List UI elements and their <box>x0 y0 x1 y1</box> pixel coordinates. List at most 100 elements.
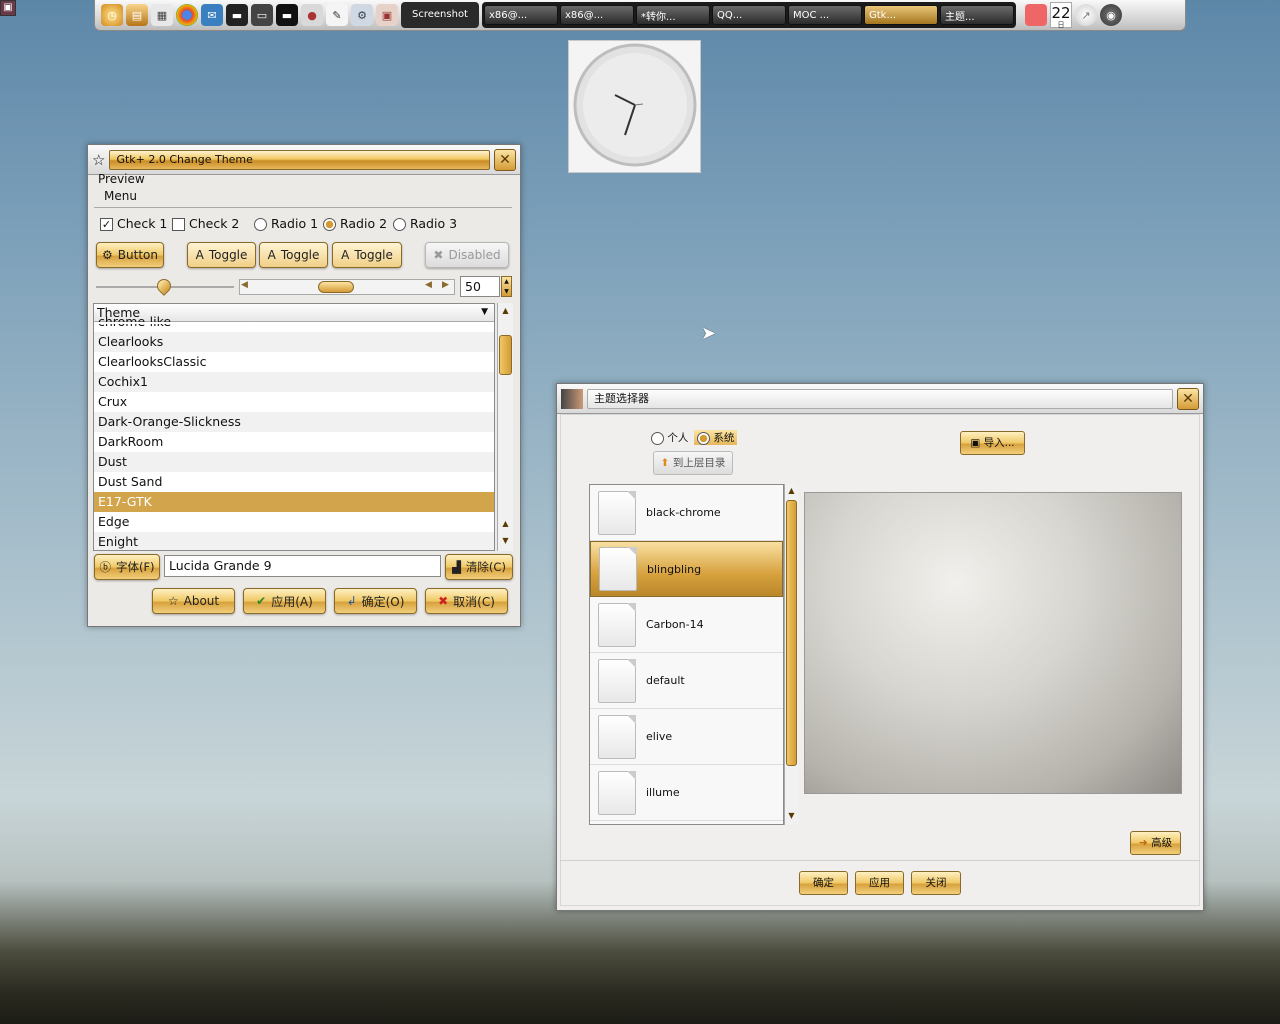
radio-personal[interactable]: 个人 <box>651 430 688 445</box>
theme-item[interactable]: elive <box>590 709 783 765</box>
date-widget[interactable]: 22 日 <box>1050 2 1072 29</box>
close-button[interactable]: ✕ <box>1177 387 1199 410</box>
scroll-thumb[interactable] <box>499 335 512 375</box>
arrow-left-icon[interactable]: ◀ <box>425 280 432 290</box>
display-icon[interactable]: ▬ <box>276 4 298 26</box>
window-title: Gtk+ 2.0 Change Theme <box>109 149 490 170</box>
settings-icon[interactable]: ⚙ <box>351 4 373 26</box>
scroll-thumb[interactable] <box>786 500 797 766</box>
app-icon[interactable]: ✉ <box>201 4 223 26</box>
check-2[interactable]: Check 2 <box>172 216 239 231</box>
button[interactable]: ⚙ Button <box>96 242 164 268</box>
vertical-scrollbar[interactable]: ▲ ▼ <box>784 484 798 825</box>
radio-system[interactable]: 系统 <box>694 430 738 445</box>
list-item[interactable]: Dark-Orange-Slickness <box>94 412 494 432</box>
font-icon: A <box>267 248 276 262</box>
volume-icon[interactable]: ◉ <box>1100 4 1122 26</box>
toggle-2-label: Toggle <box>280 248 320 262</box>
arrow-up-icon[interactable]: ▲ <box>498 305 513 317</box>
check-icon: ✓ <box>100 218 113 231</box>
radio-1[interactable]: Radio 1 <box>254 216 318 231</box>
title-bar[interactable]: 主题选择器 ✕ <box>557 384 1203 414</box>
close-button[interactable]: ✕ <box>494 148 516 171</box>
task-item[interactable]: QQ... <box>712 5 786 25</box>
notes-icon[interactable]: ▤ <box>126 4 148 26</box>
spin-input[interactable]: 50 <box>460 276 500 297</box>
ok-button[interactable]: 确定 <box>799 871 848 895</box>
toggle-3[interactable]: A Toggle <box>332 242 402 268</box>
cancel-label: 取消(C) <box>453 594 495 609</box>
list-item[interactable]: Dust <box>94 452 494 472</box>
arrow-down-icon[interactable]: ▼ <box>498 535 513 547</box>
font-icon: A <box>341 248 350 262</box>
task-item[interactable]: Gtk... <box>864 5 938 25</box>
radio-icon <box>323 218 336 231</box>
spin-buttons[interactable]: ▲ ▼ <box>501 276 512 297</box>
apply-button[interactable]: 应用 <box>855 871 904 895</box>
task-item[interactable]: x86@... <box>560 5 634 25</box>
check-1[interactable]: ✓ Check 1 <box>100 216 167 231</box>
title-bar[interactable]: ☆ Gtk+ 2.0 Change Theme ✕ <box>88 145 520 175</box>
arrow-down-icon[interactable]: ▼ <box>785 810 798 822</box>
list-item[interactable]: Crux <box>94 392 494 412</box>
theme-item[interactable]: illume <box>590 765 783 821</box>
app-icon[interactable]: ▣ <box>0 0 16 16</box>
terminal-icon[interactable]: ▬ <box>226 4 248 26</box>
screenshot-icon[interactable]: ▣ <box>376 4 398 26</box>
clock-icon[interactable]: ↗ <box>1075 4 1097 26</box>
menu-menu[interactable]: Menu <box>104 189 137 203</box>
app-icon: ▣ <box>970 437 981 449</box>
arrow-up-icon[interactable]: ▲ <box>498 518 513 530</box>
ok-button[interactable]: ↲ 确定(O) <box>334 588 417 614</box>
theme-item[interactable]: default <box>590 653 783 709</box>
menu-preview[interactable]: Preview <box>98 172 145 186</box>
theme-item-selected[interactable]: blingbling <box>590 541 783 597</box>
theme-list[interactable]: Theme▼ chrome-like Clearlooks Clearlooks… <box>93 303 495 551</box>
list-item[interactable]: Enight <box>94 532 494 550</box>
apply-button[interactable]: ✔ 应用(A) <box>243 588 326 614</box>
task-item[interactable]: x86@... <box>484 5 558 25</box>
about-button[interactable]: ☆ About <box>152 588 235 614</box>
cancel-button[interactable]: ✖ 取消(C) <box>425 588 508 614</box>
editor-icon[interactable]: ✎ <box>326 4 348 26</box>
theme-item[interactable]: Carbon-14 <box>590 597 783 653</box>
toggle-1[interactable]: A Toggle <box>187 242 256 268</box>
advanced-button[interactable]: ➜ 高级 <box>1130 831 1181 855</box>
arrow-up-icon[interactable]: ▲ <box>785 485 798 497</box>
font-button-label: 字体(F) <box>115 560 155 574</box>
font-field[interactable]: Lucida Grande 9 <box>164 555 441 577</box>
list-item-selected[interactable]: E17-GTK <box>94 492 494 512</box>
scroll-thumb[interactable] <box>318 281 354 293</box>
webcam-icon[interactable]: ● <box>301 4 323 26</box>
clear-button[interactable]: ▟ 清除(C) <box>445 554 513 580</box>
toggle-2[interactable]: A Toggle <box>259 242 328 268</box>
list-item[interactable]: Cochix1 <box>94 372 494 392</box>
arrow-left-icon[interactable]: ◀ <box>241 280 248 290</box>
stop-icon[interactable] <box>1025 4 1047 26</box>
arrow-right-icon[interactable]: ▶ <box>442 280 449 290</box>
chrome-icon[interactable] <box>176 4 198 26</box>
radio-3[interactable]: Radio 3 <box>393 216 457 231</box>
list-item[interactable]: Edge <box>94 512 494 532</box>
theme-grid[interactable]: black-chrome blingbling Carbon-14 defaul… <box>589 484 784 825</box>
clock-icon[interactable]: ◷ <box>101 4 123 26</box>
list-item[interactable]: DarkRoom <box>94 432 494 452</box>
monitor-icon[interactable]: ▭ <box>251 4 273 26</box>
close-button[interactable]: 关闭 <box>911 871 961 895</box>
cursor-icon: ➤ <box>701 323 717 344</box>
up-dir-button[interactable]: ⬆ 到上层目录 <box>653 451 733 475</box>
vertical-scrollbar[interactable]: ▲ ▲ ▼ <box>497 303 513 551</box>
list-item[interactable]: Clearlooks <box>94 332 494 352</box>
font-button[interactable]: ⓑ 字体(F) <box>94 554 160 580</box>
task-item[interactable]: *转你... <box>636 5 710 25</box>
windows-icon[interactable]: ▦ <box>151 4 173 26</box>
task-item[interactable]: 主题... <box>940 5 1014 25</box>
task-item[interactable]: MOC ... <box>788 5 862 25</box>
list-item[interactable]: ClearlooksClassic <box>94 352 494 372</box>
radio-2[interactable]: Radio 2 <box>323 216 387 231</box>
theme-item[interactable]: black-chrome <box>590 485 783 541</box>
about-label: About <box>183 594 220 608</box>
import-button[interactable]: ▣ 导入... <box>960 431 1025 455</box>
screenshot-label[interactable]: Screenshot <box>401 2 479 28</box>
list-item[interactable]: Dust Sand <box>94 472 494 492</box>
